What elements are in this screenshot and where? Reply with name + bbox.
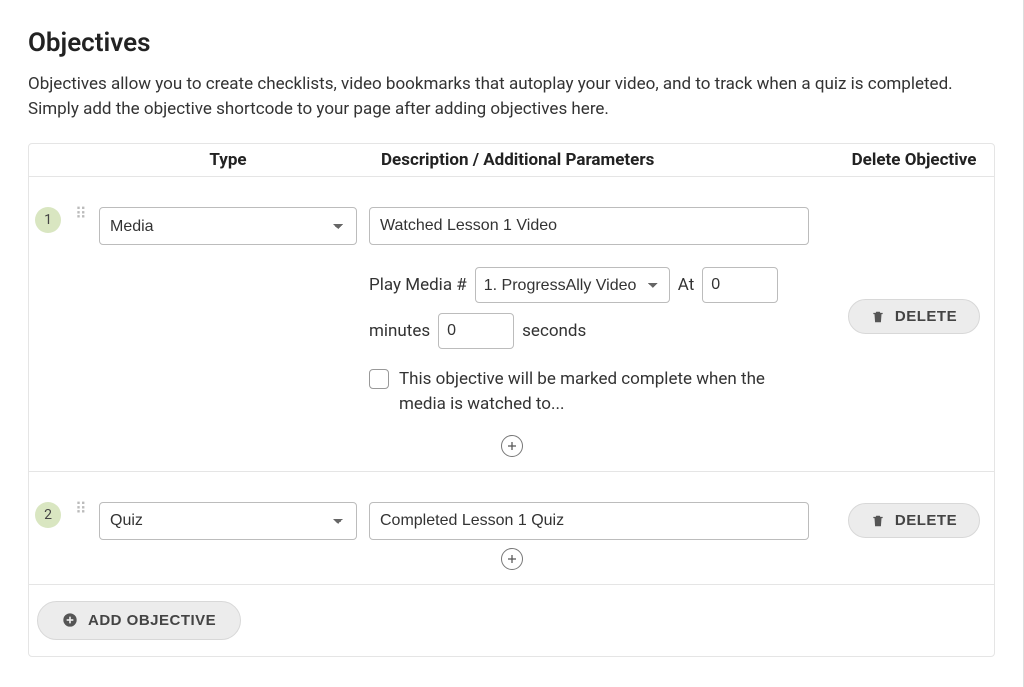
mark-complete-checkbox[interactable]: [369, 369, 389, 389]
play-media-label: Play Media #: [369, 275, 467, 295]
section-description: Objectives allow you to create checklist…: [28, 72, 995, 121]
header-desc: Description / Additional Parameters: [369, 150, 834, 170]
plus-icon: [506, 553, 518, 565]
trash-icon: [871, 514, 885, 528]
drag-handle-icon[interactable]: [75, 211, 87, 229]
plus-icon: [506, 440, 518, 452]
description-input[interactable]: [369, 207, 809, 245]
header-delete: Delete Objective: [834, 150, 994, 170]
trash-icon: [871, 310, 885, 324]
insert-objective-button[interactable]: [501, 548, 523, 570]
table-header: Type Description / Additional Parameters…: [29, 144, 994, 177]
mark-complete-label: This objective will be marked complete w…: [399, 367, 809, 416]
at-value-input[interactable]: [702, 267, 778, 303]
insert-objective-button[interactable]: [501, 435, 523, 457]
table-footer: ADD OBJECTIVE: [29, 585, 994, 656]
type-select[interactable]: Media: [99, 207, 357, 245]
objectives-table: Type Description / Additional Parameters…: [28, 143, 995, 656]
minutes-label: minutes: [369, 321, 430, 341]
row-number: 1: [35, 207, 61, 233]
objectives-section: Objectives Objectives allow you to creat…: [0, 0, 1024, 687]
description-input[interactable]: [369, 502, 809, 540]
delete-button[interactable]: DELETE: [848, 503, 980, 538]
seconds-value-input[interactable]: [438, 313, 514, 349]
objective-row: 1 Media Play Media # 1. ProgressAlly Vi: [29, 177, 994, 471]
delete-button[interactable]: DELETE: [848, 299, 980, 334]
type-select[interactable]: Quiz: [99, 502, 357, 540]
section-title: Objectives: [28, 28, 995, 58]
seconds-label: seconds: [522, 321, 586, 341]
media-parameters: Play Media # 1. ProgressAlly Video At mi…: [369, 267, 809, 416]
objective-row: 2 Quiz DELETE: [29, 472, 994, 585]
row-number: 2: [35, 502, 61, 528]
at-label: At: [678, 275, 695, 295]
drag-handle-icon[interactable]: [75, 506, 87, 524]
add-objective-button[interactable]: ADD OBJECTIVE: [37, 601, 241, 640]
plus-circle-icon: [62, 612, 78, 628]
media-select[interactable]: 1. ProgressAlly Video: [475, 267, 670, 303]
header-type: Type: [99, 150, 369, 170]
